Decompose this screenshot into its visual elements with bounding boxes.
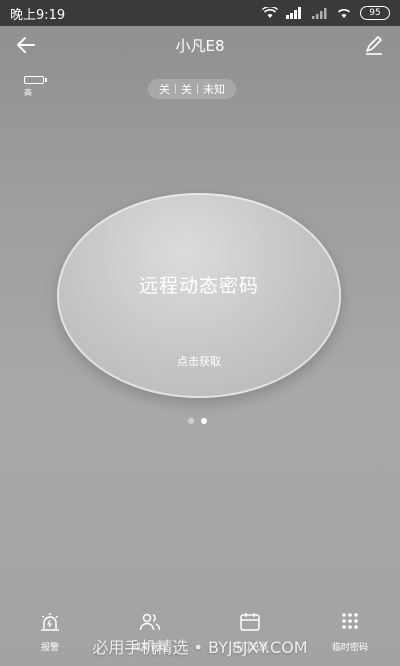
remote-password-title: 远程动态密码 bbox=[138, 275, 259, 297]
watermark: 必用手机精选 • BYJSJXY.COM bbox=[92, 638, 308, 657]
pager-dot-1[interactable] bbox=[188, 418, 194, 424]
remote-password-button[interactable]: 远程动态密码 点击获取 bbox=[57, 193, 341, 398]
lock-battery-label: 高 bbox=[24, 88, 32, 97]
lock-battery: 高 bbox=[24, 76, 48, 98]
pager-dots bbox=[188, 418, 207, 424]
status-icons: 95 bbox=[262, 6, 390, 20]
status-bar: 晚上9:19 95 bbox=[0, 0, 400, 26]
lock-battery-icon bbox=[24, 76, 47, 84]
get-password-label: 点击获取 bbox=[177, 355, 221, 368]
page-title: 小凡E8 bbox=[175, 37, 225, 55]
lock-status-1: 关 bbox=[159, 83, 170, 96]
status-time: 晚上9:19 bbox=[10, 7, 66, 23]
wifi-icon bbox=[262, 7, 278, 18]
battery-icon: 95 bbox=[360, 6, 390, 20]
header: 小凡E8 bbox=[0, 26, 400, 66]
users-icon bbox=[139, 613, 161, 631]
alarm-icon bbox=[41, 613, 59, 631]
lock-status-3: 未知 bbox=[203, 83, 225, 96]
lock-status-pill: 关 关 未知 bbox=[148, 79, 236, 99]
wifi-icon-2 bbox=[337, 9, 351, 18]
pager-dot-2[interactable] bbox=[201, 418, 207, 424]
keypad-icon bbox=[342, 613, 358, 629]
signal-icon bbox=[312, 8, 327, 19]
signal-4g-icon bbox=[286, 7, 301, 19]
lock-status-2: 关 bbox=[181, 83, 192, 96]
edit-pencil-icon[interactable] bbox=[362, 33, 386, 57]
calendar-icon bbox=[240, 613, 260, 631]
